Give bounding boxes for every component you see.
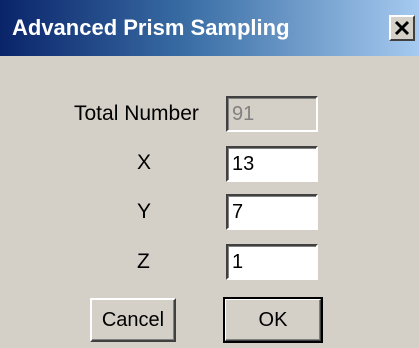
x-label: X	[137, 151, 152, 174]
close-x-icon	[394, 20, 410, 36]
cancel-button[interactable]: Cancel	[90, 298, 176, 342]
title-bar[interactable]: Advanced Prism Sampling	[0, 0, 419, 56]
z-input[interactable]	[226, 244, 318, 280]
total-number-field	[226, 96, 318, 132]
ok-button[interactable]: OK	[223, 297, 323, 343]
y-input[interactable]	[226, 194, 318, 230]
window-title: Advanced Prism Sampling	[12, 15, 290, 40]
advanced-prism-sampling-dialog: Advanced Prism Sampling Total Number X Y…	[0, 0, 419, 348]
total-number-label: Total Number	[74, 102, 199, 125]
close-button[interactable]	[389, 15, 415, 41]
x-input[interactable]	[226, 146, 318, 182]
y-label: Y	[137, 200, 152, 223]
z-label: Z	[137, 250, 150, 273]
